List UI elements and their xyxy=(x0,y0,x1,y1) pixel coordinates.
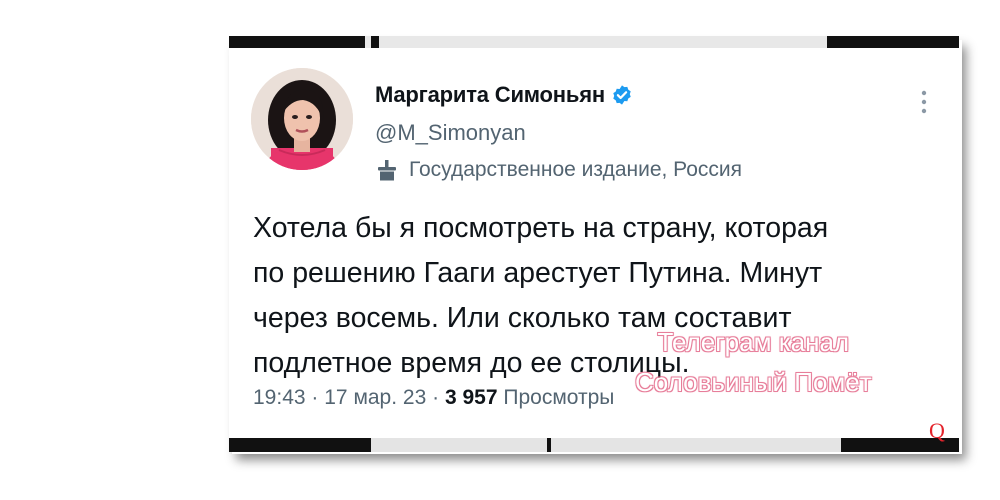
state-media-label-text: Государственное издание, Россия xyxy=(409,158,743,181)
tweet-meta: 19:43 · 17 мар. 23 · 3 957 Просмотры xyxy=(253,386,614,410)
tweet-text-line: Хотела бы я посмотреть на страну, котора… xyxy=(253,212,829,244)
photo-top-gap xyxy=(365,36,371,48)
photo-bottom-gap xyxy=(371,438,547,452)
tweet-date[interactable]: 17 мар. 23 xyxy=(324,386,426,409)
state-media-label[interactable]: Государственное издание, Россия xyxy=(375,158,742,182)
photo-top-edge xyxy=(229,36,959,48)
meta-separator: · xyxy=(311,386,319,409)
photo-bottom-edge xyxy=(229,438,959,452)
tweet-card: Маргарита Симоньян @M_Simonyan Государст… xyxy=(235,48,953,438)
tweet-text-line: по решению Гааги арестует Путина. Минут xyxy=(253,257,823,289)
tweet-text-line: через восемь. Или сколько там составит xyxy=(253,302,792,334)
avatar[interactable] xyxy=(251,68,353,170)
views-count[interactable]: 3 957 xyxy=(445,386,498,409)
more-vertical-icon[interactable] xyxy=(917,88,931,118)
tweet-time[interactable]: 19:43 xyxy=(253,386,306,409)
author-row: Маргарита Симоньян xyxy=(375,82,633,108)
verified-badge-icon xyxy=(613,85,631,105)
tweet-photo: Маргарита Симоньян @M_Simonyan Государст… xyxy=(229,36,959,452)
state-media-podium-icon xyxy=(378,160,396,181)
author-handle[interactable]: @M_Simonyan xyxy=(375,120,526,146)
tweet-text-line: подлетное время до ее столицы. xyxy=(253,347,690,379)
screenshot-stage: Маргарита Симоньян @M_Simonyan Государст… xyxy=(0,0,1000,500)
meta-separator: · xyxy=(432,386,440,409)
author-name[interactable]: Маргарита Симоньян xyxy=(375,82,605,108)
tweet-text: Хотела бы я посмотреть на страну, котора… xyxy=(253,206,943,386)
avatar-portrait-image xyxy=(251,68,353,170)
corner-logo: Q xyxy=(929,418,945,443)
photo-bottom-gap xyxy=(551,438,841,452)
photo-top-gap xyxy=(379,36,827,48)
views-label[interactable]: Просмотры xyxy=(503,386,614,409)
